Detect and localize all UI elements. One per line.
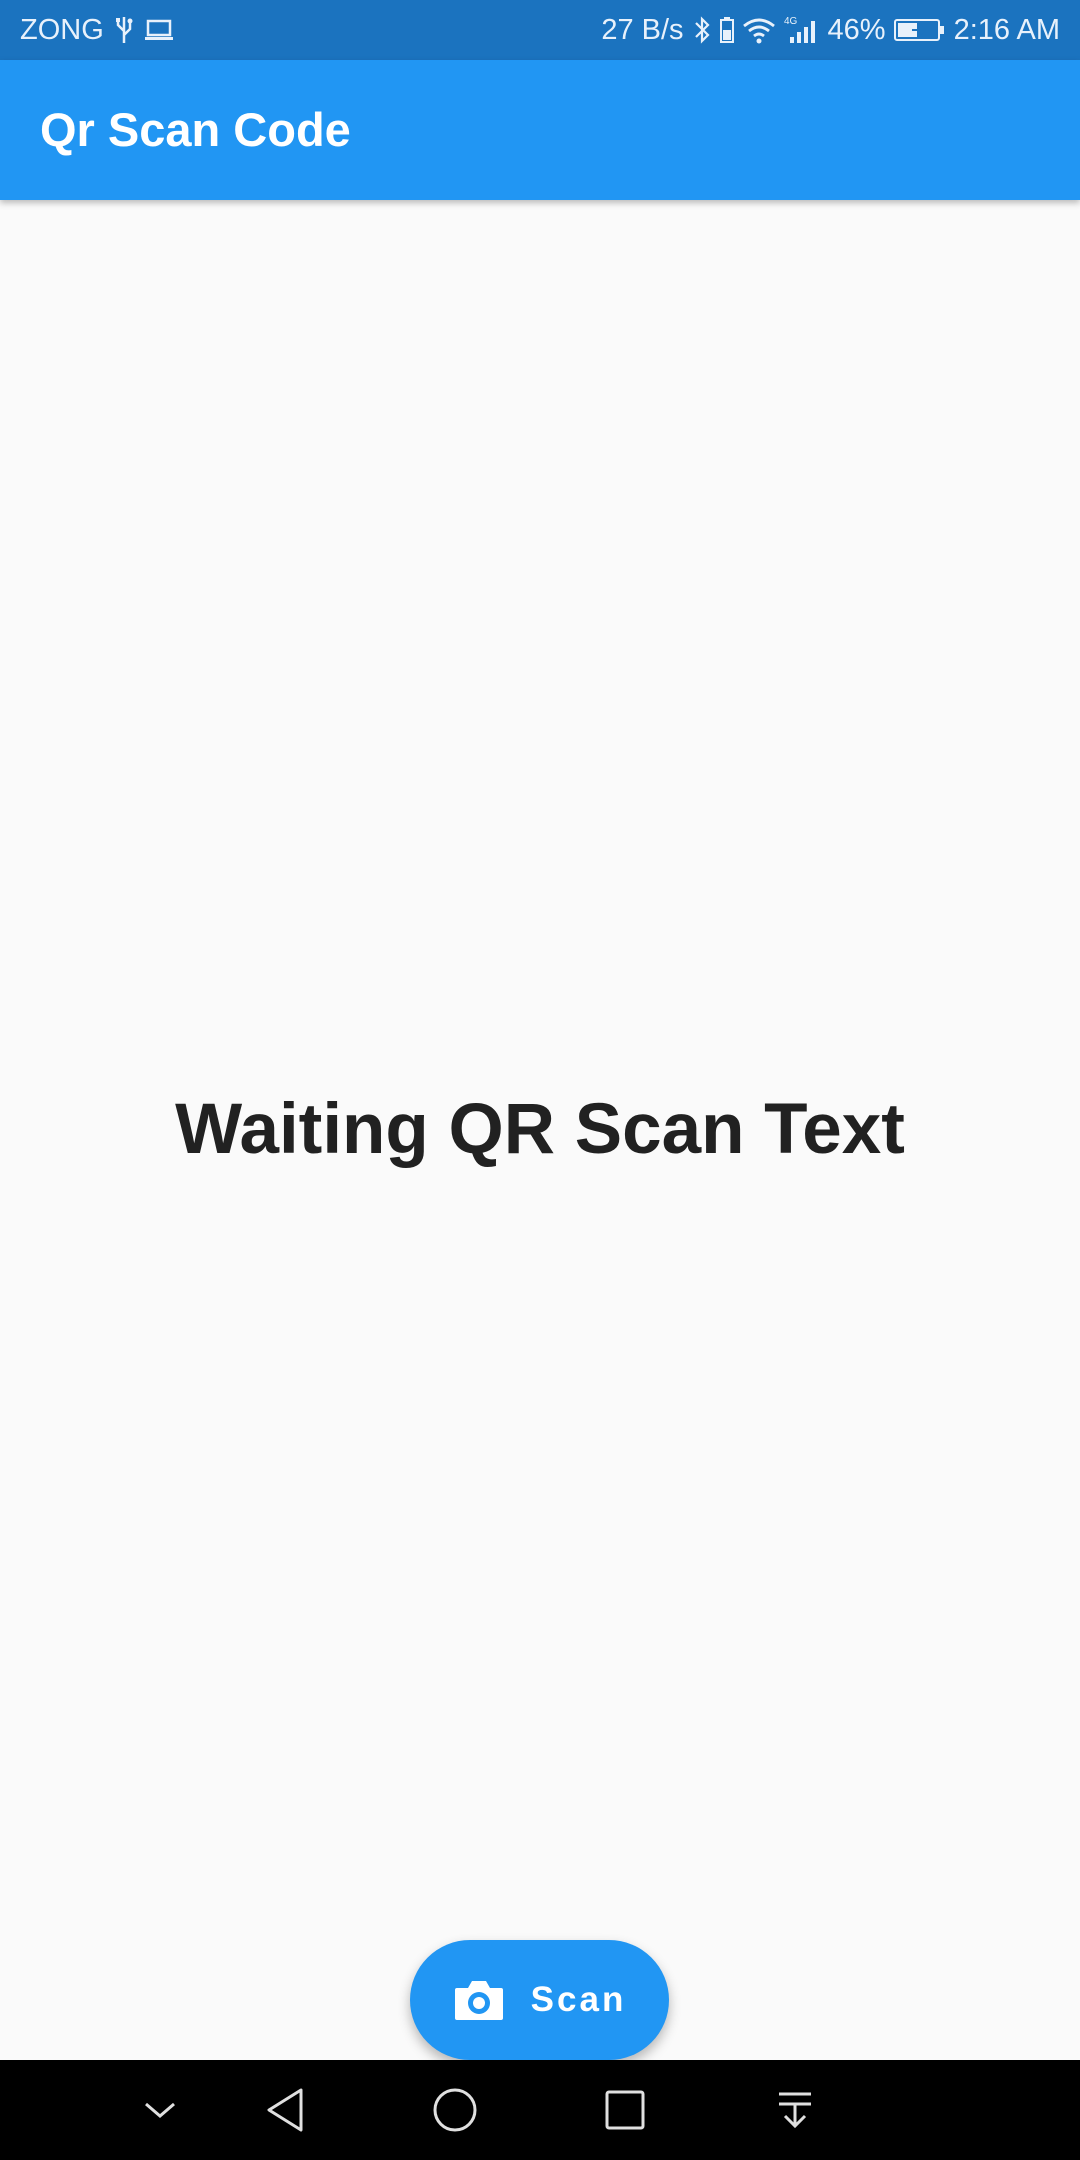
status-bar-right: 27 B/s 4G 46% 2:16 AM xyxy=(601,0,1060,60)
screen: ZONG 27 B/s 4G 46% 2:16 AM Qr Scan Code … xyxy=(0,0,1080,2160)
usb-icon xyxy=(114,15,134,45)
status-bar-left: ZONG xyxy=(20,0,174,60)
chevron-down-icon[interactable] xyxy=(130,2080,190,2140)
bluetooth-icon xyxy=(692,15,712,45)
carrier-label: ZONG xyxy=(20,13,104,46)
scan-button-label: Scan xyxy=(530,1980,627,2019)
battery-icon xyxy=(893,17,946,43)
navigation-bar xyxy=(0,2060,1080,2160)
app-title: Qr Scan Code xyxy=(40,103,351,156)
scan-button[interactable]: Scan xyxy=(410,1940,669,2060)
battery-small-icon xyxy=(719,16,734,44)
wifi-icon xyxy=(742,16,776,44)
clock-label: 2:16 AM xyxy=(953,13,1060,46)
home-icon[interactable] xyxy=(425,2080,485,2140)
back-icon[interactable] xyxy=(255,2080,315,2140)
app-bar: Qr Scan Code xyxy=(0,60,1080,200)
net-speed-label: 27 B/s xyxy=(601,13,684,46)
signal-icon: 4G xyxy=(784,15,820,45)
laptop-icon xyxy=(144,18,174,42)
scan-result-text: Waiting QR Scan Text xyxy=(175,1090,905,1169)
recents-icon[interactable] xyxy=(595,2080,655,2140)
battery-percent-label: 46% xyxy=(827,13,886,46)
notification-pull-icon[interactable] xyxy=(765,2080,825,2140)
status-bar: ZONG 27 B/s 4G 46% 2:16 AM xyxy=(0,0,1080,60)
camera-icon xyxy=(453,1978,505,2022)
network-type-label: 4G xyxy=(784,16,798,27)
